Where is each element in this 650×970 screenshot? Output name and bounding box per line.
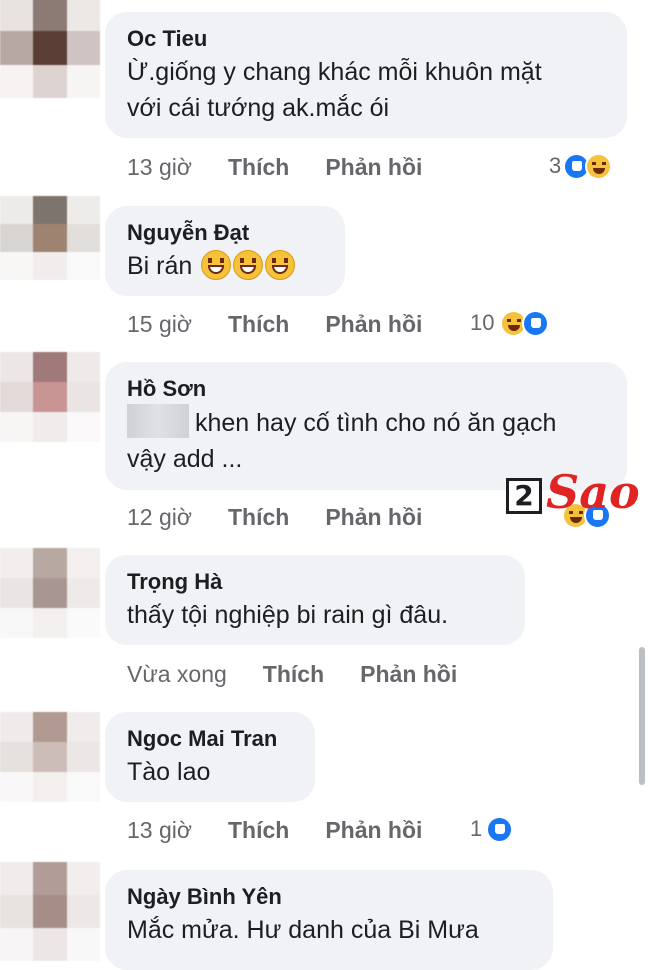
reaction-summary[interactable]: 1 xyxy=(470,815,514,843)
avatar[interactable] xyxy=(0,0,100,98)
grinning-emoji xyxy=(265,250,296,280)
reply-button[interactable]: Phản hồi xyxy=(325,152,422,182)
haha-icon xyxy=(585,152,613,180)
comment-text: Bi rán xyxy=(127,248,323,284)
comment-author[interactable]: Hồ Sơn xyxy=(127,374,605,404)
like-button[interactable]: Thích xyxy=(228,815,289,845)
reaction-count: 1 xyxy=(470,816,483,841)
like-button[interactable]: Thích xyxy=(228,309,289,339)
reaction-count: 10 xyxy=(470,310,495,335)
comment-text-line: Ừ.giống y chang khác mỗi khuôn mặt xyxy=(127,58,542,86)
comment-text-line: khen hay cố tình cho nó ăn gạch xyxy=(127,404,605,441)
comment-text: Mắc mửa. Hư danh của Bi Mưa xyxy=(127,916,479,944)
comment-meta: 13 giờ Thích Phản hồi xyxy=(127,815,422,845)
avatar[interactable] xyxy=(0,712,100,802)
comment-author[interactable]: Ngày Bình Yên xyxy=(127,882,531,912)
grinning-emoji xyxy=(233,250,264,280)
comment-timestamp[interactable]: 12 giờ xyxy=(127,502,192,532)
comment-timestamp[interactable]: Vừa xong xyxy=(127,659,227,689)
comment-author[interactable]: Ngoc Mai Tran xyxy=(127,724,293,754)
avatar[interactable] xyxy=(0,352,100,442)
watermark-digit: 2 xyxy=(506,478,542,514)
like-button[interactable]: Thích xyxy=(228,502,289,532)
like-icon xyxy=(486,815,514,843)
like-button[interactable]: Thích xyxy=(228,152,289,182)
reaction-summary[interactable]: 3 xyxy=(549,152,613,180)
comment-text-content: khen hay cố tình cho nó ăn gạch xyxy=(195,409,557,437)
reply-button[interactable]: Phản hồi xyxy=(325,502,422,532)
reply-button[interactable]: Phản hồi xyxy=(360,659,457,689)
comment-text-line: với cái tướng ak.mắc ói xyxy=(127,94,390,122)
like-icon xyxy=(522,309,550,337)
redacted-mention xyxy=(127,404,189,438)
comment-timestamp[interactable]: 13 giờ xyxy=(127,152,192,182)
site-watermark: 2 Sao xyxy=(506,465,640,520)
reaction-summary[interactable]: 10 xyxy=(470,309,550,337)
comment-meta: 15 giờ Thích Phản hồi xyxy=(127,309,422,339)
comment-bubble: Trọng Hà thấy tội nghiệp bi rain gì đâu. xyxy=(105,555,525,645)
like-button[interactable]: Thích xyxy=(263,659,324,689)
comment-bubble: Nguyễn Đạt Bi rán xyxy=(105,206,345,296)
comment-text-content: Bi rán xyxy=(127,252,193,280)
comment-timestamp[interactable]: 13 giờ xyxy=(127,815,192,845)
comment-author[interactable]: Trọng Hà xyxy=(127,567,503,597)
reply-button[interactable]: Phản hồi xyxy=(325,815,422,845)
comment-author[interactable]: Nguyễn Đạt xyxy=(127,218,323,248)
comment-author[interactable]: Oc Tieu xyxy=(127,24,605,54)
watermark-word: Sao xyxy=(546,465,640,519)
reaction-count: 3 xyxy=(549,153,562,178)
comment-text: Tào lao xyxy=(127,758,211,786)
comment-meta: Vừa xong Thích Phản hồi xyxy=(127,659,457,689)
grinning-emoji xyxy=(201,250,232,280)
comment-bubble: Ngày Bình Yên Mắc mửa. Hư danh của Bi Mư… xyxy=(105,870,553,970)
avatar[interactable] xyxy=(0,196,100,280)
avatar[interactable] xyxy=(0,548,100,638)
comment-meta: 12 giờ Thích Phản hồi xyxy=(127,502,422,532)
comment-bubble: Oc Tieu Ừ.giống y chang khác mỗi khuôn m… xyxy=(105,12,627,138)
scrollbar-thumb[interactable] xyxy=(639,647,645,785)
comment-meta: 13 giờ Thích Phản hồi xyxy=(127,152,422,182)
comment-bubble: Ngoc Mai Tran Tào lao xyxy=(105,712,315,802)
reply-button[interactable]: Phản hồi xyxy=(325,309,422,339)
comment-timestamp[interactable]: 15 giờ xyxy=(127,309,192,339)
avatar[interactable] xyxy=(0,862,100,961)
comment-text: thấy tội nghiệp bi rain gì đâu. xyxy=(127,601,449,629)
